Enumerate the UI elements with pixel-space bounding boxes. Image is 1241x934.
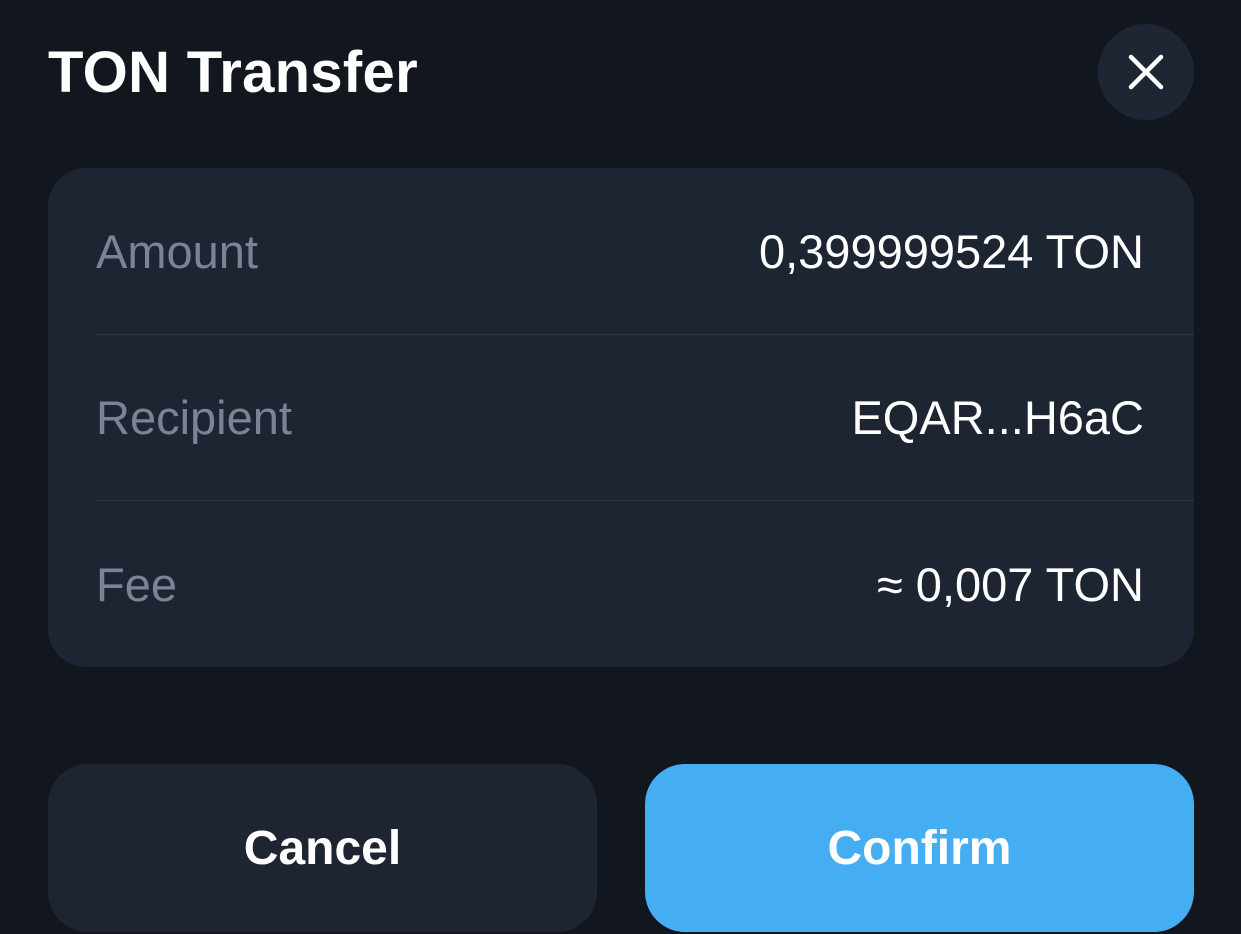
amount-label: Amount xyxy=(96,224,258,278)
cancel-button[interactable]: Cancel xyxy=(48,764,597,932)
transfer-dialog: TON Transfer Amount 0,399999524 TON Reci… xyxy=(0,0,1241,934)
detail-row-amount: Amount 0,399999524 TON xyxy=(96,168,1194,334)
fee-label: Fee xyxy=(96,557,177,611)
recipient-value: EQAR...H6aC xyxy=(851,390,1144,444)
dialog-title: TON Transfer xyxy=(48,40,418,105)
close-icon xyxy=(1128,54,1164,90)
detail-row-fee: Fee ≈ 0,007 TON xyxy=(96,501,1194,667)
fee-value: ≈ 0,007 TON xyxy=(876,557,1144,611)
confirm-button[interactable]: Confirm xyxy=(645,764,1194,932)
transfer-details-card: Amount 0,399999524 TON Recipient EQAR...… xyxy=(48,168,1194,667)
detail-row-recipient: Recipient EQAR...H6aC xyxy=(96,334,1194,500)
close-button[interactable] xyxy=(1098,24,1194,120)
recipient-label: Recipient xyxy=(96,390,292,444)
amount-value: 0,399999524 TON xyxy=(758,224,1144,278)
